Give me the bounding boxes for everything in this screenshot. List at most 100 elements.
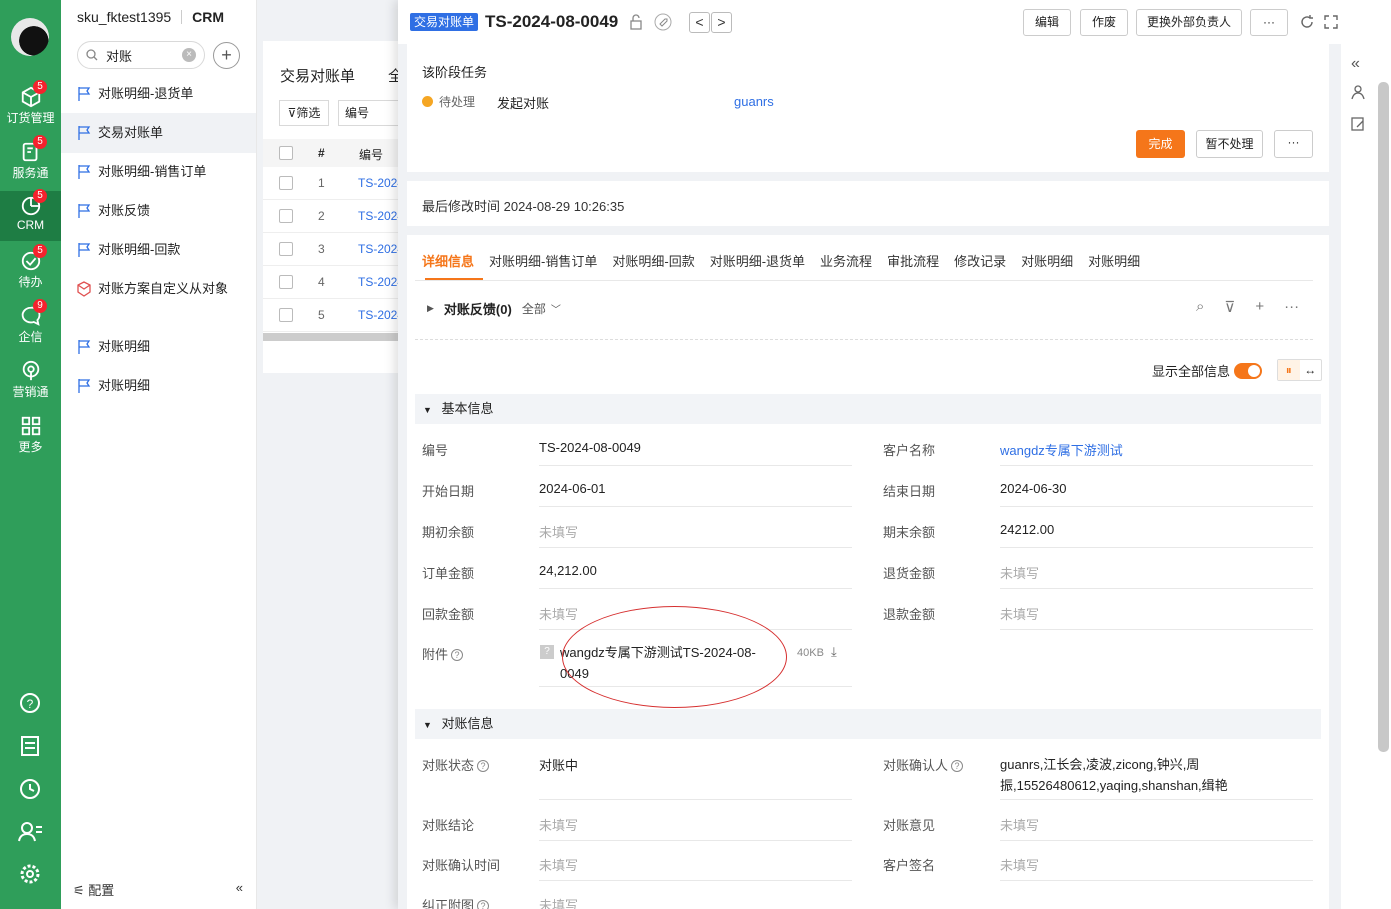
- row-checkbox[interactable]: [279, 242, 293, 256]
- avatar[interactable]: [11, 18, 49, 56]
- vertical-scrollbar[interactable]: [1378, 82, 1389, 752]
- add-icon[interactable]: +: [1255, 298, 1264, 316]
- search-icon[interactable]: ⌕: [1196, 298, 1204, 316]
- chevron-down-icon[interactable]: ﹀: [551, 301, 561, 316]
- section-recon-info[interactable]: ▼ 对账信息: [415, 709, 1321, 739]
- next-record-button[interactable]: >: [711, 12, 732, 33]
- nav-item-payment-detail[interactable]: 对账明细-回款: [61, 240, 256, 260]
- nav-item-feedback[interactable]: 对账反馈: [61, 201, 256, 221]
- nav-item-trade-statement[interactable]: 交易对账单: [61, 113, 256, 153]
- help-icon[interactable]: ?: [477, 900, 490, 909]
- select-all-checkbox[interactable]: [279, 146, 293, 160]
- notebook-icon[interactable]: [0, 733, 61, 759]
- rail-item-orders[interactable]: 5 订货管理: [0, 80, 61, 132]
- config-link[interactable]: ⚟ 配置: [73, 880, 114, 899]
- help-icon[interactable]: ?: [0, 690, 61, 716]
- feedback-filter[interactable]: 全部: [522, 300, 546, 317]
- tab-recon-detail-2[interactable]: 对账明细: [1088, 251, 1140, 270]
- row-checkbox[interactable]: [279, 275, 293, 289]
- collapse-left-icon[interactable]: «: [1351, 55, 1360, 73]
- table-row[interactable]: 3 TS-2024: [263, 233, 413, 266]
- rail-label: 订货管理: [6, 111, 55, 125]
- caret-down-icon[interactable]: ▼: [423, 405, 432, 415]
- table-row[interactable]: 5 TS-2024: [263, 299, 413, 332]
- help-icon[interactable]: ?: [477, 760, 490, 772]
- tab-return-detail[interactable]: 对账明细-退货单: [710, 251, 805, 270]
- flag-icon: [78, 340, 91, 354]
- section-basic-info[interactable]: ▼ 基本信息: [415, 394, 1321, 424]
- table-row[interactable]: 1 TS-2024: [263, 167, 413, 200]
- row-checkbox[interactable]: [279, 308, 293, 322]
- stretch-icon[interactable]: ↔: [1300, 360, 1322, 380]
- row-checkbox[interactable]: [279, 209, 293, 223]
- task-more-button[interactable]: ···: [1274, 130, 1313, 158]
- lock-icon[interactable]: [628, 14, 644, 30]
- nav-footer: ⚟ 配置 «: [73, 880, 243, 899]
- edit-button[interactable]: 编辑: [1023, 9, 1071, 36]
- task-status-label: 待处理: [439, 95, 476, 109]
- clear-icon[interactable]: ×: [182, 48, 196, 62]
- skip-button[interactable]: 暂不处理: [1196, 130, 1263, 158]
- row-checkbox[interactable]: [279, 176, 293, 190]
- expand-icon[interactable]: [1323, 14, 1339, 30]
- void-button[interactable]: 作废: [1080, 9, 1128, 36]
- caret-right-icon[interactable]: ▶: [427, 303, 434, 314]
- nav-item-sales-detail[interactable]: 对账明细-销售订单: [61, 162, 256, 182]
- nav-item-detail-2[interactable]: 对账明细: [61, 376, 256, 396]
- tab-payment-detail[interactable]: 对账明细-回款: [612, 251, 694, 270]
- help-icon[interactable]: ?: [451, 649, 464, 661]
- nav-item-return-detail[interactable]: 对账明细-退货单: [61, 84, 256, 104]
- tab-change-log[interactable]: 修改记录: [954, 251, 1006, 270]
- more-button[interactable]: ···: [1250, 9, 1288, 36]
- tab-business-flow[interactable]: 业务流程: [820, 251, 872, 270]
- more-icon[interactable]: ···: [1284, 298, 1299, 316]
- tab-approval-flow[interactable]: 审批流程: [887, 251, 939, 270]
- search-input[interactable]: 对账 ×: [77, 41, 205, 69]
- add-button[interactable]: +: [213, 42, 240, 69]
- edit-note-icon[interactable]: [1350, 116, 1366, 132]
- table-row[interactable]: 4 TS-2024: [263, 266, 413, 299]
- contacts-icon[interactable]: [0, 819, 61, 845]
- user-group-icon[interactable]: [1350, 84, 1366, 100]
- gear-icon[interactable]: [0, 861, 61, 887]
- rail-item-more[interactable]: 更多: [0, 411, 61, 461]
- tab-recon-detail-1[interactable]: 对账明细: [1021, 251, 1073, 270]
- complete-button[interactable]: 完成: [1136, 130, 1185, 158]
- tag-icon[interactable]: [654, 13, 672, 31]
- caret-down-icon[interactable]: ▼: [423, 720, 432, 730]
- help-icon[interactable]: ?: [951, 760, 964, 772]
- rail-item-crm[interactable]: 5 CRM: [0, 189, 61, 241]
- detail-card: 详细信息 对账明细-销售订单 对账明细-回款 对账明细-退货单 业务流程 审批流…: [407, 235, 1329, 909]
- nav-item-custom-object[interactable]: 对账方案自定义从对象: [61, 279, 256, 319]
- rail-item-service[interactable]: 5 服务通: [0, 135, 61, 187]
- modified-card: 最后修改时间 2024-08-29 10:26:35: [407, 181, 1329, 226]
- config-label: 配置: [88, 883, 115, 898]
- table-row[interactable]: 2 TS-2024: [263, 200, 413, 233]
- table-header: # 编号: [263, 139, 413, 167]
- tab-sales-detail[interactable]: 对账明细-销售订单: [489, 251, 597, 270]
- filter-icon[interactable]: ⊽: [1224, 298, 1235, 316]
- tab-detail[interactable]: 详细信息: [422, 251, 474, 270]
- nav-item-detail-1[interactable]: 对账明细: [61, 337, 256, 357]
- layout-switch[interactable]: ⏸ ↔: [1277, 359, 1322, 381]
- clock-icon[interactable]: [0, 776, 61, 802]
- rail-item-chat[interactable]: 9 企信: [0, 299, 61, 351]
- horizontal-scrollbar[interactable]: [263, 333, 413, 341]
- refresh-icon[interactable]: [1299, 14, 1315, 30]
- task-assignee[interactable]: guanrs: [734, 94, 774, 109]
- field-label: 退货金额: [883, 566, 936, 581]
- field-label: 期末余额: [883, 525, 936, 540]
- customer-link[interactable]: wangdz专属下游测试: [1000, 440, 1123, 459]
- show-all-toggle[interactable]: 显示全部信息: [1152, 361, 1263, 380]
- task-section-title: 该阶段任务: [422, 65, 488, 80]
- toggle-switch[interactable]: [1234, 362, 1263, 379]
- rail-item-todo[interactable]: 5 待办: [0, 244, 61, 296]
- prev-record-button[interactable]: <: [689, 12, 710, 33]
- change-owner-button[interactable]: 更换外部负责人: [1136, 9, 1242, 36]
- columns-icon[interactable]: ⏸: [1278, 360, 1300, 380]
- download-icon[interactable]: ⤓: [831, 644, 837, 659]
- rail-item-marketing[interactable]: 营销通: [0, 356, 61, 406]
- filter-button[interactable]: ⊽筛选: [279, 100, 329, 126]
- collapse-icon[interactable]: «: [236, 880, 243, 899]
- feedback-row[interactable]: ▶ 对账反馈(0) 全部 ﹀: [427, 299, 561, 318]
